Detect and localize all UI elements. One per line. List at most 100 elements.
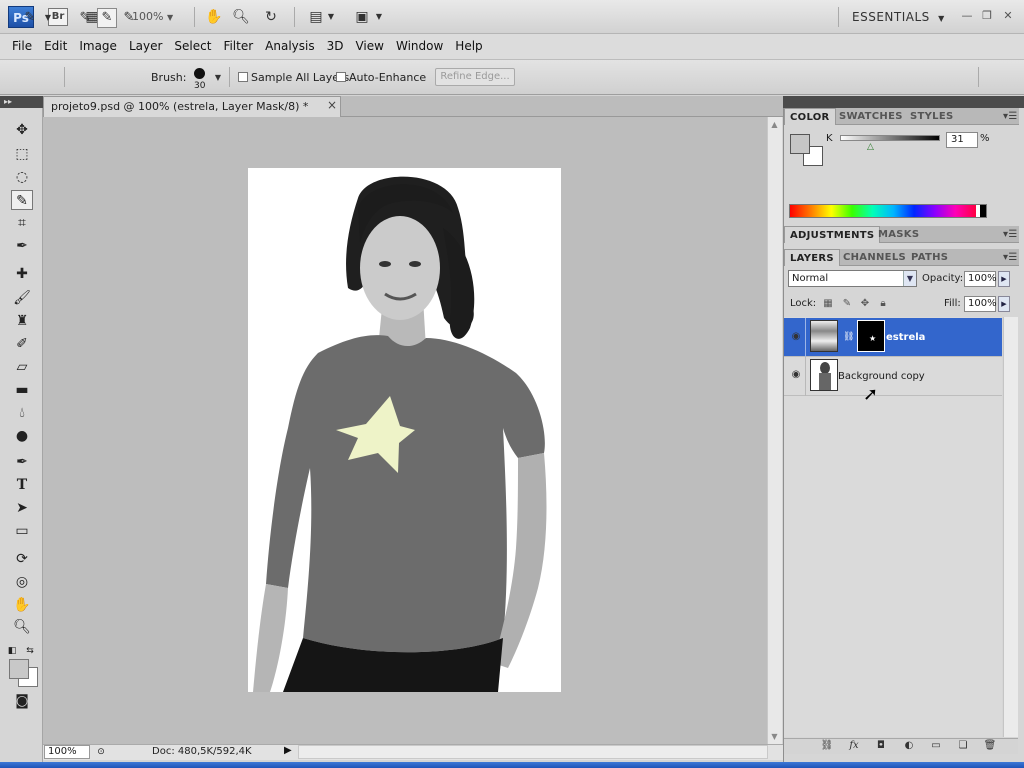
menu-filter[interactable]: Filter	[217, 34, 259, 58]
lasso-tool-icon[interactable]: ◌	[11, 167, 33, 187]
swap-colors-icon[interactable]: ⇆	[24, 641, 36, 661]
rotate-view-icon[interactable]: ↻	[261, 8, 281, 26]
tab-layers[interactable]: LAYERS	[784, 249, 840, 266]
link-layers-icon[interactable]: ⛓	[819, 739, 835, 753]
menu-view[interactable]: View	[349, 34, 389, 58]
healing-brush-tool-icon[interactable]: ✚	[11, 264, 33, 284]
sample-all-layers-checkbox[interactable]	[238, 72, 248, 82]
new-adjustment-layer-icon[interactable]: ◐	[901, 739, 917, 753]
refine-edge-button[interactable]: Refine Edge...	[435, 68, 515, 86]
tab-swatches[interactable]: SWATCHES	[834, 108, 908, 125]
path-selection-tool-icon[interactable]: ➤	[11, 498, 33, 518]
lock-all-icon[interactable]: 🔒︎	[877, 298, 889, 310]
panel-dock-header[interactable]	[783, 96, 1024, 108]
arrange-documents-icon[interactable]: ▤	[306, 8, 326, 26]
canvas-horizontal-scrollbar[interactable]	[298, 745, 768, 759]
history-brush-tool-icon[interactable]: ✐	[11, 334, 33, 354]
add-to-selection-icon[interactable]: ✎	[97, 8, 117, 28]
menu-analysis[interactable]: Analysis	[259, 34, 320, 58]
lock-image-pixels-icon[interactable]: ✎	[841, 298, 853, 310]
lock-position-icon[interactable]: ✥	[859, 298, 871, 310]
3d-orbit-tool-icon[interactable]: ◎	[11, 572, 33, 592]
color-spectrum-ramp[interactable]	[789, 204, 987, 218]
status-zoom-field[interactable]: 100%	[44, 745, 90, 759]
add-mask-icon[interactable]: ◘	[873, 739, 889, 753]
move-tool-icon[interactable]: ✥	[11, 120, 33, 140]
quick-mask-icon[interactable]: ◙	[11, 691, 33, 711]
foreground-color-swatch[interactable]	[9, 659, 29, 679]
menu-layer[interactable]: Layer	[123, 34, 168, 58]
panel-menu-icon[interactable]: ▾☰	[998, 249, 1023, 266]
slider-thumb-icon[interactable]: △	[867, 142, 874, 152]
menu-file[interactable]: File	[6, 34, 38, 58]
chevron-down-icon[interactable]: ▼	[42, 8, 54, 28]
brush-preview[interactable]	[194, 68, 205, 79]
hand-tool-icon[interactable]: ✋	[11, 595, 33, 615]
fill-arrow-icon[interactable]: ▶	[998, 296, 1010, 312]
tab-channels[interactable]: CHANNELS	[838, 249, 911, 266]
k-channel-slider[interactable]	[840, 135, 940, 141]
opacity-arrow-icon[interactable]: ▶	[998, 271, 1010, 287]
menu-window[interactable]: Window	[390, 34, 449, 58]
tab-adjustments[interactable]: ADJUSTMENTS	[784, 226, 881, 243]
layer-thumbnail-estrela[interactable]	[810, 320, 838, 352]
eraser-tool-icon[interactable]: ▱	[11, 357, 33, 377]
chevron-down-icon[interactable]: ▼	[903, 271, 916, 286]
quick-selection-tool-icon[interactable]: ✎	[11, 190, 33, 210]
layer-name-estrela[interactable]: estrela	[886, 332, 925, 343]
chevron-down-icon[interactable]: ▼	[374, 8, 384, 26]
color-foreground-swatch[interactable]	[790, 134, 810, 154]
zoom-tool-icon[interactable]: 🔍︎	[231, 8, 251, 26]
scroll-up-icon[interactable]: ▲	[767, 117, 782, 132]
panel-menu-icon[interactable]: ▾☰	[998, 108, 1023, 125]
minimize-icon[interactable]: —	[960, 9, 974, 23]
tab-color[interactable]: COLOR	[784, 108, 836, 125]
panel-menu-icon[interactable]: ▾☰	[998, 226, 1023, 243]
canvas-image[interactable]	[248, 168, 561, 692]
status-info-icon[interactable]: ⊙	[94, 745, 108, 759]
close-icon[interactable]: ×	[327, 98, 337, 112]
blend-mode-select[interactable]: Normal	[788, 270, 917, 287]
menu-help[interactable]: Help	[449, 34, 488, 58]
k-channel-value[interactable]: 31	[946, 132, 978, 148]
menu-edit[interactable]: Edit	[38, 34, 73, 58]
brush-tool-icon[interactable]: 🖌︎	[11, 288, 33, 308]
rectangle-tool-icon[interactable]: ▭	[11, 521, 33, 541]
eyedropper-tool-icon[interactable]: ✒	[11, 236, 33, 256]
dodge-tool-icon[interactable]: ●	[11, 426, 33, 446]
new-group-icon[interactable]: ▭	[928, 739, 944, 753]
workspace-switcher[interactable]: ESSENTIALS ▼	[852, 10, 945, 24]
delete-layer-icon[interactable]: 🗑︎	[982, 739, 998, 753]
marquee-tool-icon[interactable]: ⬚	[11, 144, 33, 164]
new-layer-icon[interactable]: ❏	[955, 739, 971, 753]
default-colors-icon[interactable]: ◧	[6, 641, 18, 661]
menu-select[interactable]: Select	[168, 34, 217, 58]
visibility-eye-icon[interactable]: ◉	[790, 332, 802, 342]
gradient-tool-icon[interactable]: ▬	[11, 380, 33, 400]
fill-field[interactable]: 100%	[964, 296, 997, 312]
clone-stamp-tool-icon[interactable]: ♜	[11, 311, 33, 331]
type-tool-icon[interactable]: T	[11, 475, 33, 495]
chevron-down-icon[interactable]: ▼	[326, 8, 336, 26]
screen-mode-icon[interactable]: ▣	[352, 8, 372, 26]
subtract-from-selection-icon[interactable]: ✎	[119, 8, 139, 28]
pen-tool-icon[interactable]: ✒	[11, 452, 33, 472]
menu-3d[interactable]: 3D	[321, 34, 350, 58]
document-tab[interactable]: projeto9.psd @ 100% (estrela, Layer Mask…	[43, 96, 341, 117]
tab-styles[interactable]: STYLES	[905, 108, 958, 125]
canvas-vertical-scrollbar[interactable]	[767, 117, 782, 744]
chevron-down-icon[interactable]: ▼	[212, 68, 224, 88]
new-selection-icon[interactable]: ✎	[75, 8, 95, 28]
lock-transparent-pixels-icon[interactable]: ▦	[822, 298, 834, 310]
visibility-eye-icon[interactable]: ◉	[790, 370, 802, 380]
layer-name-background-copy[interactable]: Background copy	[838, 371, 925, 382]
menu-image[interactable]: Image	[73, 34, 123, 58]
blur-tool-icon[interactable]: 💧︎	[11, 403, 33, 423]
layers-vertical-scrollbar[interactable]	[1003, 317, 1018, 737]
layer-mask-thumbnail[interactable]: ★	[857, 320, 885, 352]
opacity-field[interactable]: 100%	[964, 271, 997, 287]
3d-rotate-tool-icon[interactable]: ⟳	[11, 549, 33, 569]
mask-link-icon[interactable]: ⛓	[843, 332, 854, 342]
status-menu-arrow-icon[interactable]: ▶	[284, 745, 292, 756]
toolbox-header[interactable]: ▸▸	[0, 96, 43, 108]
